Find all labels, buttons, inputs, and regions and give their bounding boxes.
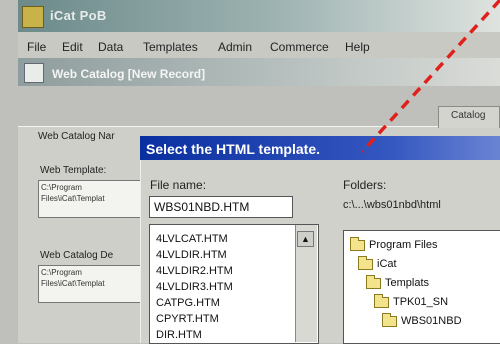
file-list-item[interactable]: 4LVLDIR2.HTM [156,265,233,277]
menu-templates[interactable]: Templates [143,40,198,54]
folder-open-icon [382,312,397,327]
catalog-desc-line1: C:\Program [41,268,82,277]
folders-path: c:\...\wbs01nbd\html [343,199,441,211]
tab-catalog[interactable]: Catalog [438,106,500,128]
folder-label: TPK01_SN [393,296,449,308]
file-name-label: File name: [150,178,207,192]
app-icon [22,6,44,28]
menu-commerce[interactable]: Commerce [270,40,329,54]
folder-open-icon [374,293,389,308]
file-list-item[interactable]: 4LVLDIR3.HTM [156,281,233,293]
scroll-up-icon[interactable]: ▲ [297,231,314,247]
folder-tree[interactable]: Program Files iCat Templats TPK01_SN WBS… [343,230,500,344]
folder-open-icon [350,236,365,251]
file-list-item[interactable]: 4LVLDIR.HTM [156,249,227,261]
document-icon [24,63,44,83]
folders-label: Folders: [343,178,387,192]
web-template-line1: C:\Program [41,183,82,192]
file-list[interactable]: 4LVLCAT.HTM 4LVLDIR.HTM 4LVLDIR2.HTM 4LV… [149,224,319,344]
dialog-title: Select the HTML template. [146,141,321,157]
file-list-item[interactable]: CPYRT.HTM [156,313,219,325]
folder-label: Templats [385,277,430,289]
folder-open-icon [366,274,381,289]
folder-label: iCat [377,258,397,270]
document-title: Web Catalog [New Record] [52,67,206,81]
file-name-input[interactable] [149,196,293,218]
folder-label: Program Files [369,239,438,251]
file-list-item[interactable]: 4LVLCAT.HTM [156,233,228,245]
catalog-desc-line2: Files\iCat\Templat [41,279,105,288]
folder-item-tpk01-sn[interactable]: TPK01_SN [374,293,449,308]
menu-help[interactable]: Help [345,40,370,54]
folder-item-program-files[interactable]: Program Files [350,236,438,251]
menu-edit[interactable]: Edit [62,40,83,54]
folder-item-icat[interactable]: iCat [358,255,397,270]
web-template-field[interactable]: C:\Program Files\iCat\Templat [38,180,142,218]
folder-item-wbs01nbd[interactable]: WBS01NBD [382,312,462,327]
catalog-desc-field[interactable]: C:\Program Files\iCat\Templat [38,265,142,303]
file-list-item[interactable]: DIR.HTM [156,329,202,341]
catalog-name-label: Web Catalog Nar [38,131,115,142]
folder-label: WBS01NBD [401,315,462,327]
file-list-item[interactable]: CATPG.HTM [156,297,220,309]
menu-bar [18,32,500,59]
menu-admin[interactable]: Admin [218,40,252,54]
menu-data[interactable]: Data [98,40,123,54]
web-template-label: Web Template: [40,165,107,176]
web-template-line2: Files\iCat\Templat [41,194,105,203]
catalog-desc-label: Web Catalog De [40,250,114,261]
folder-item-templats[interactable]: Templats [366,274,430,289]
menu-file[interactable]: File [27,40,46,54]
folder-open-icon [358,255,373,270]
app-title: iCat PoB [50,8,107,23]
